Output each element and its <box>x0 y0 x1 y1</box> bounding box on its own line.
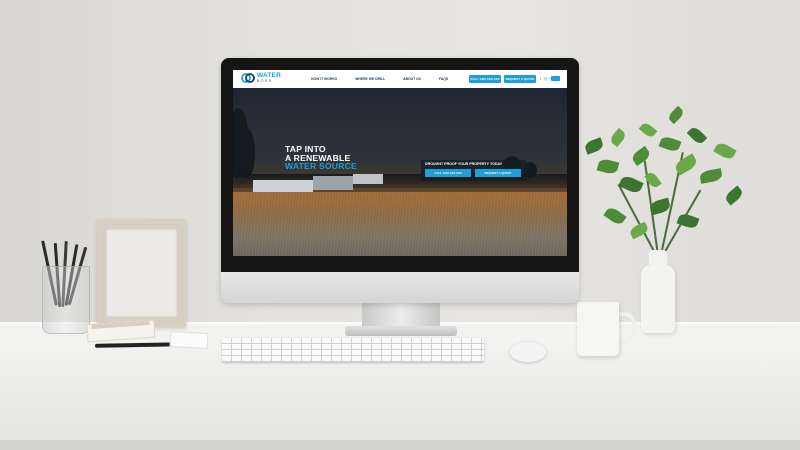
picture-frame-mat <box>106 229 177 317</box>
monitor-bezel: WATER BOSS HOW IT WORKS WHERE WE DRILL A… <box>221 58 579 272</box>
nav-links: HOW IT WORKS WHERE WE DRILL ABOUT US FAQ… <box>311 70 466 88</box>
hero-grass-field <box>233 192 567 256</box>
nav-link-faqs[interactable]: FAQS <box>439 77 448 81</box>
nav-link-how-it-works[interactable]: HOW IT WORKS <box>311 77 337 81</box>
picture-frame <box>97 219 186 327</box>
drill-truck <box>313 176 353 190</box>
cta-call-button[interactable]: CALL 1300 XXX XXX <box>425 169 471 177</box>
monitor-stand-foot <box>345 326 457 336</box>
monitor: WATER BOSS HOW IT WORKS WHERE WE DRILL A… <box>221 58 579 303</box>
logo-subword: BOSS <box>257 78 273 83</box>
monitor-screen: WATER BOSS HOW IT WORKS WHERE WE DRILL A… <box>233 70 567 256</box>
wb-logo-icon <box>241 73 255 83</box>
vase <box>641 265 675 333</box>
keyboard <box>222 338 484 362</box>
site-navbar: WATER BOSS HOW IT WORKS WHERE WE DRILL A… <box>233 70 567 88</box>
mug <box>577 302 619 356</box>
hero-section: TAP INTO A RENEWABLE WATER SOURCE DROUGH… <box>233 88 567 256</box>
paper-card <box>169 331 209 349</box>
keyboard-key-rows <box>222 338 484 362</box>
drill-truck <box>253 180 313 192</box>
mouse <box>510 342 546 362</box>
monitor-chin <box>221 272 579 303</box>
nav-link-about-us[interactable]: ABOUT US <box>403 77 421 81</box>
nav-quote-button[interactable]: REQUEST A QUOTE <box>504 75 536 83</box>
nav-link-where-we-drill[interactable]: WHERE WE DRILL <box>355 77 385 81</box>
site-logo[interactable]: WATER BOSS <box>241 72 281 83</box>
hero-headline: TAP INTO A RENEWABLE WATER SOURCE <box>285 145 357 171</box>
nav-call-button[interactable]: CALL 1300 XXX XXX <box>469 75 501 83</box>
tree-silhouette <box>239 128 255 178</box>
cta-title: DROUGHT PROOF YOUR PROPERTY TODAY <box>425 162 503 166</box>
hero-line-3: WATER SOURCE <box>285 161 357 172</box>
desk-front-edge <box>0 440 800 450</box>
hero-cta-panel: DROUGHT PROOF YOUR PROPERTY TODAY CALL 1… <box>421 160 526 181</box>
drill-rig <box>353 174 383 184</box>
cta-quote-button[interactable]: REQUEST A QUOTE <box>475 169 521 177</box>
logo-text: WATER BOSS <box>257 72 281 83</box>
menu-toggle-icon[interactable] <box>551 76 560 81</box>
glass-cup <box>42 266 90 334</box>
